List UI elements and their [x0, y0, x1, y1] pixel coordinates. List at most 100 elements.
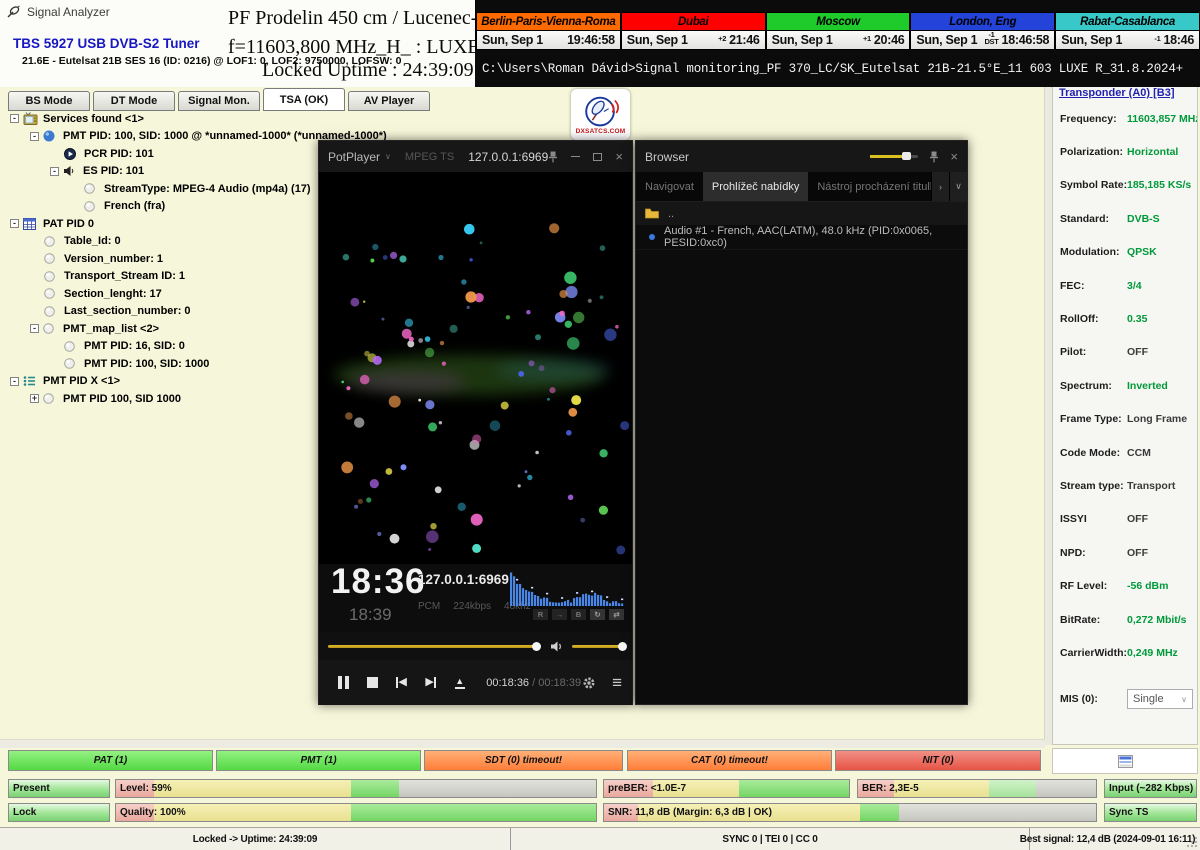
bar-segment-green: [351, 780, 399, 797]
playback-clock-alt: 18:39: [349, 605, 392, 625]
browser-up-row[interactable]: ..: [636, 202, 967, 225]
section-status-sdt-0-timeout: SDT (0) timeout!: [424, 750, 623, 771]
potplayer-menu[interactable]: PotPlayer: [328, 150, 380, 164]
dxsatcs-logo-text: DXSATCS.COM: [576, 128, 626, 135]
signal-bar-preber-1-0e-7: preBER: <1.0E-7: [603, 779, 850, 798]
param-label: BitRate:: [1060, 614, 1127, 626]
close-icon[interactable]: ×: [950, 149, 958, 164]
clock-city-moscow: Moscow: [766, 12, 911, 31]
pin-icon[interactable]: [548, 151, 558, 163]
dot-icon: [44, 235, 60, 248]
audio-track-item[interactable]: Audio #1 - French, AAC(LATM), 48.0 kHz (…: [636, 225, 967, 250]
tree-expander[interactable]: -: [10, 219, 19, 228]
stop-button[interactable]: [358, 677, 387, 688]
svc-icon: [43, 130, 59, 143]
table-view-button[interactable]: [1052, 748, 1198, 774]
repeat-b-button[interactable]: B: [571, 609, 586, 620]
clock-date: Sun, Sep 1: [916, 33, 977, 47]
opacity-knob[interactable]: [902, 152, 911, 160]
tree-item-label: Version_number: 1: [64, 253, 163, 265]
browser-tab-prohl-e-nab-dky[interactable]: Prohlížeč nabídky: [703, 172, 808, 201]
next-button[interactable]: ▶: [416, 677, 445, 688]
pin-icon[interactable]: [929, 151, 939, 163]
tab-av-player[interactable]: AV Player: [348, 91, 430, 111]
param-value: 0,249 MHz: [1127, 647, 1178, 659]
param-label: ISSYI: [1060, 513, 1127, 525]
param-row-frame-type: Frame Type:Long Frame: [1053, 403, 1197, 436]
param-label: Stream type:: [1060, 480, 1127, 492]
eject-button[interactable]: ▲: [445, 677, 474, 689]
tree-item-label: Last_section_number: 0: [64, 305, 191, 317]
menu-icon[interactable]: ≡: [612, 674, 622, 691]
transponder-header: Transponder (A0) [B3]: [1053, 87, 1197, 102]
clock-utc-offset: -1: [1154, 35, 1160, 42]
bar-segment-green: [739, 780, 849, 797]
resize-grip[interactable]: [1186, 836, 1198, 848]
pause-button[interactable]: [329, 676, 358, 689]
tree-expander[interactable]: -: [10, 114, 19, 123]
tree-item-label: Services found <1>: [43, 113, 144, 125]
close-icon[interactable]: ×: [615, 149, 623, 164]
opacity-slider[interactable]: [870, 155, 918, 158]
tab-bs-mode[interactable]: BS Mode: [8, 91, 90, 111]
clock-time-rabat-casablanca: Sun, Sep 1-118:46: [1055, 31, 1200, 50]
tab-dt-mode[interactable]: DT Mode: [93, 91, 175, 111]
seek-knob[interactable]: [532, 642, 541, 651]
param-value: OFF: [1127, 547, 1148, 559]
mis-select[interactable]: Single ∨: [1127, 689, 1193, 709]
potplayer-stream-title: 127.0.0.1:6969: [468, 150, 548, 164]
tree-item-services-found-1[interactable]: - Services found <1>: [6, 110, 387, 128]
signal-box-input-282-kbps: Input (~282 Kbps): [1104, 779, 1197, 798]
offset-bottom: DST: [984, 38, 998, 45]
maximize-icon[interactable]: [593, 153, 602, 161]
param-value: DVB-S: [1127, 213, 1160, 225]
time-display: 00:18:36 / 00:18:39: [486, 677, 581, 689]
volume-slider[interactable]: [572, 645, 623, 648]
tree-expander[interactable]: -: [50, 167, 59, 176]
repeat-a-button[interactable]: R: [533, 609, 548, 620]
tree-expander[interactable]: -: [10, 377, 19, 386]
param-value: OFF: [1127, 513, 1148, 525]
browser-titlebar[interactable]: Browser ×: [636, 141, 967, 172]
potplayer-visualization[interactable]: [319, 172, 632, 564]
dot-icon: [44, 305, 60, 318]
param-label: CarrierWidth:: [1060, 647, 1127, 659]
terminal-window[interactable]: C:\Users\Roman Dávid>Signal monitoring_P…: [475, 50, 1200, 87]
param-row-issyi: ISSYIOFF: [1053, 503, 1197, 536]
overlay-uptime: Locked Uptime : 24:39:09: [262, 59, 474, 82]
tabs-dropdown-icon[interactable]: ∨: [949, 172, 967, 201]
tab-signal-mon[interactable]: Signal Mon.: [178, 91, 260, 111]
tree-horizontal-scrollbar[interactable]: [0, 739, 1045, 748]
param-row-bitrate: BitRate:0,272 Mbit/s: [1053, 603, 1197, 636]
volume-knob[interactable]: [618, 642, 627, 651]
tabs-scroll-right-icon[interactable]: ›: [931, 172, 949, 201]
tree-expander[interactable]: +: [30, 394, 39, 403]
tab-tsa-ok[interactable]: TSA (OK): [263, 88, 345, 111]
browser-tabs-bar: NavigovatProhlížeč nabídkyNástroj prochá…: [636, 172, 967, 202]
tree-expander[interactable]: -: [30, 324, 39, 333]
param-label: Modulation:: [1060, 246, 1127, 258]
dot-icon: [64, 357, 80, 370]
mis-select-value: Single: [1133, 693, 1164, 705]
table-icon: [1118, 755, 1133, 768]
loop-icon[interactable]: ↻: [590, 609, 605, 620]
shuffle-icon[interactable]: ⇄: [609, 609, 624, 620]
previous-button[interactable]: ◀: [387, 677, 416, 688]
tree-expander[interactable]: -: [30, 132, 39, 141]
browser-tab-n-stroj-proch-zen-titulk[interactable]: Nástroj procházení titulků: [808, 172, 931, 201]
browser-window: Browser × NavigovatProhlížeč nabídkyNást…: [635, 140, 968, 705]
chevron-down-icon: ∨: [1181, 695, 1187, 704]
clock-panel-titlebar: [476, 0, 1200, 12]
signal-box-present: Present: [8, 779, 110, 798]
param-row-pilot: Pilot:OFF: [1053, 336, 1197, 369]
minimize-icon[interactable]: [571, 156, 580, 158]
clock-date: Sun, Sep 1: [1061, 33, 1122, 47]
tree-vertical-scrollbar[interactable]: [1044, 87, 1052, 745]
gear-icon[interactable]: [581, 675, 597, 691]
section-status-pat-1: PAT (1): [8, 750, 213, 771]
browser-tab-navigovat[interactable]: Navigovat: [636, 172, 703, 201]
potplayer-titlebar[interactable]: PotPlayer ∨ MPEG TS 127.0.0.1:6969 ×: [319, 141, 632, 172]
volume-icon[interactable]: [551, 641, 564, 652]
seek-bar[interactable]: [328, 645, 537, 648]
signal-bar-label: BER: 2,3E-5: [862, 780, 919, 797]
